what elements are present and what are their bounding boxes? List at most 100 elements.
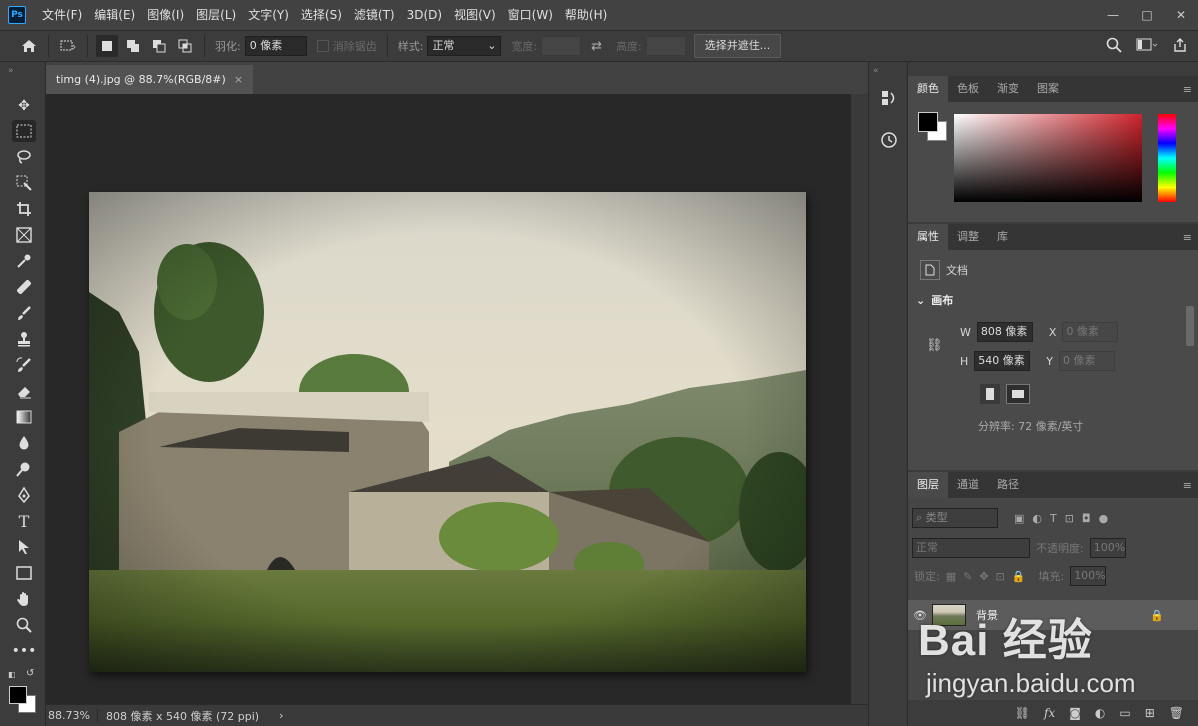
menu-layer[interactable]: 图层(L) bbox=[190, 0, 242, 30]
path-selection-tool-icon[interactable] bbox=[12, 536, 36, 558]
tab-gradients[interactable]: 渐变 bbox=[988, 76, 1028, 102]
tab-channels[interactable]: 通道 bbox=[948, 472, 988, 498]
antialias-checkbox[interactable] bbox=[316, 40, 329, 52]
hand-tool-icon[interactable] bbox=[12, 588, 36, 610]
zoom-level[interactable]: 88.73% bbox=[46, 709, 98, 722]
canvas-width-input[interactable]: 808 像素 bbox=[976, 322, 1033, 342]
canvas-height-input[interactable]: 540 像素 bbox=[974, 351, 1031, 371]
quick-selection-tool-icon[interactable] bbox=[12, 172, 36, 194]
subtract-selection-icon[interactable] bbox=[148, 35, 170, 57]
lock-icons[interactable]: ▦✎✥⊡🔒 bbox=[946, 570, 1033, 583]
tab-swatches[interactable]: 色板 bbox=[948, 76, 988, 102]
swap-icon[interactable]: ⇄ bbox=[591, 39, 602, 54]
history-icon[interactable] bbox=[877, 128, 901, 152]
document-tab[interactable]: timg (4).jpg @ 88.7%(RGB/8#) × bbox=[46, 65, 254, 94]
tab-color[interactable]: 颜色 bbox=[908, 76, 948, 102]
menu-select[interactable]: 选择(S) bbox=[295, 0, 348, 30]
marquee-preset-icon[interactable] bbox=[57, 35, 79, 57]
new-selection-icon[interactable] bbox=[96, 35, 118, 57]
panel-menu-icon[interactable]: ≡ bbox=[1183, 83, 1192, 96]
color-field[interactable] bbox=[954, 114, 1142, 202]
vertical-scrollbar[interactable] bbox=[851, 94, 868, 704]
tab-properties[interactable]: 属性 bbox=[908, 224, 948, 250]
visibility-eye-icon[interactable]: 👁 bbox=[908, 609, 932, 622]
add-selection-icon[interactable] bbox=[122, 35, 144, 57]
link-icon[interactable]: ⛓ bbox=[926, 338, 943, 353]
select-and-mask-button[interactable]: 选择并遮住... bbox=[693, 34, 782, 58]
more-tools-icon[interactable]: ••• bbox=[12, 640, 37, 662]
new-group-icon[interactable]: ▭ bbox=[1119, 706, 1130, 720]
frame-tool-icon[interactable] bbox=[12, 224, 36, 246]
menu-view[interactable]: 视图(V) bbox=[448, 0, 502, 30]
menu-3d[interactable]: 3D(D) bbox=[401, 0, 448, 30]
search-icon[interactable] bbox=[1106, 37, 1122, 57]
close-button[interactable]: ✕ bbox=[1164, 8, 1198, 22]
properties-scrollbar[interactable] bbox=[1186, 306, 1194, 346]
layer-row-background[interactable]: 👁 背景 🔒 bbox=[908, 600, 1198, 630]
eraser-tool-icon[interactable] bbox=[12, 380, 36, 402]
menu-window[interactable]: 窗口(W) bbox=[502, 0, 559, 30]
layer-filter-icons[interactable]: ▣◐T⊡◘● bbox=[1014, 512, 1116, 525]
history-states-icon[interactable] bbox=[877, 86, 901, 110]
zoom-tool-icon[interactable] bbox=[12, 614, 36, 636]
move-tool-icon[interactable]: ✥ bbox=[12, 95, 36, 117]
dodge-tool-icon[interactable] bbox=[12, 458, 36, 480]
share-icon[interactable] bbox=[1172, 37, 1188, 57]
fx-icon[interactable]: fx bbox=[1044, 706, 1055, 720]
intersect-selection-icon[interactable] bbox=[174, 35, 196, 57]
rectangle-tool-icon[interactable] bbox=[12, 562, 36, 584]
foreground-color-chip[interactable] bbox=[918, 112, 938, 132]
menu-image[interactable]: 图像(I) bbox=[141, 0, 190, 30]
lasso-tool-icon[interactable] bbox=[12, 146, 36, 168]
marquee-tool-icon[interactable] bbox=[12, 120, 36, 142]
menu-type[interactable]: 文字(Y) bbox=[242, 0, 295, 30]
default-colors-icon[interactable]: ◧ bbox=[8, 670, 16, 679]
tab-libraries[interactable]: 库 bbox=[988, 224, 1017, 250]
tab-close-icon[interactable]: × bbox=[234, 65, 243, 94]
link-layers-icon[interactable]: ⛓ bbox=[1015, 706, 1030, 720]
canvas[interactable] bbox=[46, 94, 851, 704]
brush-tool-icon[interactable] bbox=[12, 302, 36, 324]
landscape-orientation-icon[interactable] bbox=[1006, 384, 1030, 404]
swap-colors-icon[interactable]: ↺ bbox=[26, 668, 34, 679]
status-menu-arrow[interactable]: › bbox=[279, 709, 283, 722]
crop-tool-icon[interactable] bbox=[12, 198, 36, 220]
new-layer-icon[interactable]: ⊞ bbox=[1145, 706, 1155, 720]
opacity-input[interactable]: 100% bbox=[1089, 538, 1126, 558]
layer-kind-filter[interactable]: ⌕ 类型 bbox=[912, 508, 998, 528]
delete-layer-icon[interactable]: 🗑 bbox=[1169, 706, 1184, 720]
minimize-button[interactable]: — bbox=[1096, 8, 1130, 22]
collapse-icon[interactable]: » bbox=[8, 66, 14, 76]
maximize-button[interactable]: □ bbox=[1130, 8, 1164, 22]
hue-slider[interactable] bbox=[1158, 114, 1176, 202]
fill-input[interactable]: 100% bbox=[1070, 566, 1107, 586]
tab-patterns[interactable]: 图案 bbox=[1028, 76, 1068, 102]
tab-layers[interactable]: 图层 bbox=[908, 472, 948, 498]
menu-filter[interactable]: 滤镜(T) bbox=[348, 0, 401, 30]
pen-tool-icon[interactable] bbox=[12, 484, 36, 506]
collapse-icon[interactable]: « bbox=[873, 66, 879, 76]
chevron-down-icon[interactable]: ⌄ bbox=[916, 294, 925, 307]
layer-name[interactable]: 背景 bbox=[976, 607, 998, 623]
stamp-tool-icon[interactable] bbox=[12, 328, 36, 350]
portrait-orientation-icon[interactable] bbox=[980, 384, 1000, 404]
panel-menu-icon[interactable]: ≡ bbox=[1183, 231, 1192, 244]
canvas-y-input[interactable]: 0 像素 bbox=[1059, 351, 1116, 371]
home-icon[interactable] bbox=[18, 35, 40, 57]
eyedropper-tool-icon[interactable] bbox=[12, 250, 36, 272]
menu-help[interactable]: 帮助(H) bbox=[559, 0, 613, 30]
panel-menu-icon[interactable]: ≡ bbox=[1183, 479, 1192, 492]
feather-input[interactable]: 0 像素 bbox=[244, 36, 307, 56]
add-mask-icon[interactable]: ◙ bbox=[1069, 706, 1081, 720]
tab-adjustments[interactable]: 调整 bbox=[948, 224, 988, 250]
tab-paths[interactable]: 路径 bbox=[988, 472, 1028, 498]
gradient-tool-icon[interactable] bbox=[12, 406, 36, 428]
height-input[interactable] bbox=[645, 36, 686, 56]
menu-edit[interactable]: 编辑(E) bbox=[88, 0, 141, 30]
history-brush-tool-icon[interactable] bbox=[12, 354, 36, 376]
canvas-x-input[interactable]: 0 像素 bbox=[1062, 322, 1119, 342]
blur-tool-icon[interactable] bbox=[12, 432, 36, 454]
workspace-icon[interactable] bbox=[1136, 37, 1158, 57]
blend-mode-select[interactable]: 正常 bbox=[912, 538, 1030, 558]
foreground-color-swatch[interactable] bbox=[9, 686, 27, 704]
